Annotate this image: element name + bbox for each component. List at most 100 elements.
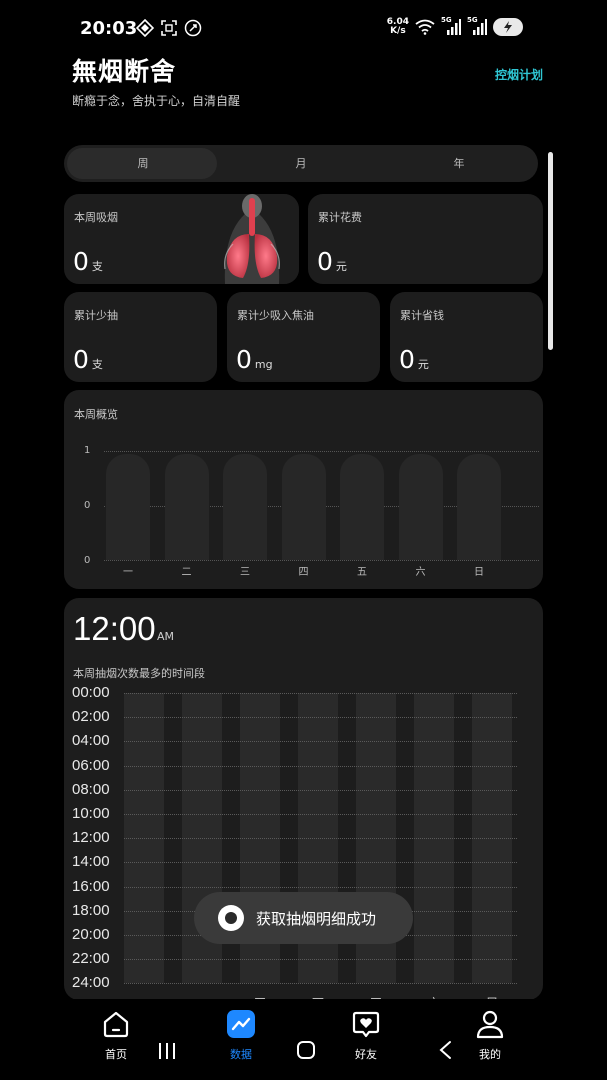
friends-icon [352, 1011, 380, 1038]
toast-text: 获取抽烟明细成功 [256, 909, 377, 928]
hour-grid-line [124, 838, 517, 840]
hour-grid-line [124, 693, 517, 694]
week-smoke-card[interactable]: 本周吸烟 0 支 [64, 194, 299, 284]
hour-grid-line [124, 862, 517, 864]
status-notification-icons [136, 19, 202, 37]
grid-line [104, 560, 539, 561]
success-toast: 获取抽烟明细成功 [194, 892, 413, 944]
total-cost-value: 0 元 [317, 247, 347, 276]
hour-grid-line [124, 814, 517, 815]
peak-time-ampm: AM [157, 630, 175, 643]
signal-label-1: 5G [441, 16, 452, 24]
x-tick-label: 五 [357, 567, 367, 578]
peak-time-caption: 本周抽烟次数最多的时间段 [73, 667, 205, 680]
hour-label: 24:00 [72, 974, 110, 992]
money-saved-card[interactable]: 累计省钱 0 元 [390, 292, 543, 382]
hour-label: 16:00 [72, 877, 110, 895]
money-saved-unit: 元 [417, 358, 429, 371]
hour-label: 10:00 [72, 805, 110, 822]
hour-label: 18:00 [72, 901, 110, 919]
money-saved-label: 累计省钱 [400, 309, 444, 322]
week-smoke-unit: 支 [91, 260, 103, 273]
money-saved-value: 0 元 [399, 345, 429, 374]
chart-bar-track [106, 454, 150, 560]
hour-grid-line [124, 765, 517, 767]
chart-bar-track [398, 454, 443, 560]
hour-label: 20:00 [72, 926, 110, 943]
less-tar-card[interactable]: 累计少吸入焦油 0 mg [227, 292, 380, 382]
nav-item-friends[interactable]: 好友 [336, 1009, 396, 1062]
grid-line [104, 451, 539, 452]
total-cost-number: 0 [317, 247, 333, 276]
x-tick-label: 日 [474, 567, 484, 578]
less-smoked-card[interactable]: 累计少抽 0 支 [64, 292, 217, 382]
y-tick-label: 0 [84, 555, 91, 566]
lungs-illustration [205, 194, 299, 284]
y-tick-label: 0 [84, 500, 91, 511]
status-time: 20:03 [80, 18, 138, 39]
tab-year[interactable]: 年 [380, 145, 538, 182]
week-smoke-number: 0 [73, 247, 89, 276]
nav-label: 数据 [230, 1048, 252, 1061]
hour-grid-line [124, 789, 517, 791]
network-speed: 6.04 K/s [387, 18, 409, 36]
scrollbar-thumb[interactable] [548, 152, 553, 350]
less-tar-unit: mg [254, 358, 273, 371]
chart-bar-track [281, 454, 326, 560]
tab-month[interactable]: 月 [222, 145, 380, 182]
wifi-icon [415, 19, 435, 35]
x-tick-label: 三 [240, 567, 250, 578]
chart-bar-track [340, 454, 384, 560]
x-tick-label: 四 [298, 567, 309, 578]
y-tick-label: 1 [84, 445, 91, 456]
week-smoke-value: 0 支 [73, 247, 103, 276]
hour-grid-line [124, 741, 517, 743]
hour-grid-line [124, 886, 517, 888]
hour-label: 06:00 [72, 756, 110, 774]
peak-time: 12:00 [73, 610, 156, 647]
back-button-icon[interactable] [436, 1040, 456, 1060]
nav-item-profile[interactable]: 我的 [460, 1009, 520, 1062]
signal-icon-2: 5G [467, 16, 487, 36]
tab-week[interactable]: 周 [64, 145, 222, 182]
less-smoked-unit: 支 [91, 358, 103, 371]
home-button-icon[interactable] [296, 1040, 316, 1060]
hour-label: 12:00 [72, 829, 110, 847]
control-plan-link[interactable]: 控烟计划 [495, 66, 543, 83]
bottom-nav: 首页 数据 好友 我的 [0, 999, 607, 1080]
week-overview-card: 本周概览 1 0 0 一 二 三 四 五 六 日 [64, 390, 543, 589]
less-smoked-value: 0 支 [73, 345, 103, 374]
x-tick-label: 二 [181, 567, 192, 578]
less-tar-label: 累计少吸入焦油 [237, 309, 314, 322]
home-icon [103, 1011, 129, 1038]
x-tick-label: 六 [415, 567, 426, 578]
less-smoked-number: 0 [73, 345, 89, 374]
less-smoked-label: 累计少抽 [74, 309, 118, 322]
period-tabs: 周 月 年 [64, 145, 538, 182]
x-tick-label: 一 [123, 567, 133, 578]
nav-label: 好友 [355, 1048, 377, 1061]
chart-bar-track [457, 454, 501, 560]
hour-label: 04:00 [72, 732, 110, 750]
total-cost-unit: 元 [335, 260, 347, 273]
total-cost-label: 累计花费 [318, 211, 362, 224]
hour-grid-line [124, 959, 517, 961]
total-cost-card[interactable]: 累计花费 0 元 [308, 194, 543, 284]
signal-icon-1: 5G [441, 16, 461, 36]
nav-item-data[interactable]: 数据 [211, 1009, 271, 1062]
hour-grid-line [124, 717, 517, 719]
chart-icon [227, 1010, 255, 1038]
less-tar-value: 0 mg [236, 345, 273, 374]
scan-icon [161, 20, 177, 36]
hour-label: 22:00 [72, 950, 110, 968]
recents-button-icon[interactable] [157, 1041, 177, 1061]
nav-label: 我的 [479, 1048, 501, 1061]
rocket-icon [184, 19, 202, 37]
nav-item-home[interactable]: 首页 [86, 1009, 146, 1062]
app-title: 無烟断舍 [72, 57, 177, 86]
chart-title: 本周概览 [74, 408, 118, 421]
speed-unit: K/s [390, 26, 406, 36]
hour-label: 00:00 [72, 684, 110, 701]
hour-label: 14:00 [72, 853, 110, 871]
signal-label-2: 5G [467, 16, 478, 24]
